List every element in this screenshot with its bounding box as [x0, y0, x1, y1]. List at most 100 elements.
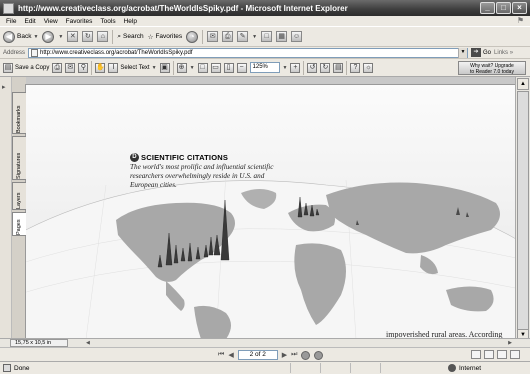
history-button[interactable]: ◔ — [186, 30, 199, 43]
toolbar-separator — [112, 29, 114, 44]
previous-page-button[interactable]: ◀ — [228, 351, 233, 359]
snapshot-icon[interactable]: ▣ — [159, 62, 170, 73]
previous-view-button[interactable] — [301, 350, 311, 360]
standard-toolbar: ◀ Back ▼ ▶ ▼ ✕ ↻ ⌂ ⌕ Search ☆ Favorites … — [0, 27, 530, 47]
first-page-button[interactable]: ⏮ — [218, 351, 224, 359]
page-number-field[interactable]: 2 of 2 — [237, 350, 278, 360]
toolbar-separator — [303, 60, 305, 75]
menu-tools[interactable]: Tools — [100, 18, 115, 25]
search-label: Search — [123, 33, 144, 40]
print-button[interactable]: ⎙ — [222, 31, 234, 42]
search-button[interactable]: ⌕ Search — [117, 33, 143, 41]
status-text: Done — [14, 364, 30, 372]
address-dropdown-button[interactable]: ▼ — [458, 47, 468, 58]
research-button[interactable]: ▦ — [276, 31, 288, 42]
horizontal-scrollbar[interactable]: 15,75 x 10,5 in ◀ ▶ — [0, 338, 530, 347]
vertical-scrollbar[interactable]: ▲ ▼ — [515, 77, 530, 342]
tab-layers[interactable]: Layers — [12, 182, 26, 210]
navigation-pane-strip: ▸ — [0, 77, 12, 342]
zoom-dropdown-button[interactable]: ▼ — [283, 65, 288, 71]
scroll-left-button[interactable]: ◀ — [86, 340, 90, 346]
facing-button[interactable] — [497, 350, 507, 359]
tab-bookmarks-label: Bookmarks — [16, 105, 22, 133]
save-copy-button[interactable]: ▤ Save a Copy — [3, 62, 49, 73]
email-icon[interactable]: ✉ — [65, 62, 76, 73]
continuous-facing-button[interactable] — [510, 350, 520, 359]
toolbar-separator — [172, 60, 174, 75]
links-label: Links — [494, 49, 509, 56]
zoom-level-field[interactable]: 125% — [249, 62, 280, 73]
rotate-ccw-icon[interactable]: ↺ — [307, 62, 318, 73]
page-size-field: 15,75 x 10,5 in — [10, 339, 68, 347]
back-button[interactable]: ◀ Back ▼ — [3, 30, 38, 43]
tab-signatures[interactable]: Signatures — [12, 136, 26, 180]
forward-button[interactable]: ▶ — [42, 30, 55, 43]
toolbar-separator — [202, 29, 204, 44]
title-bar: http://www.creativeclass.org/acrobat/The… — [0, 0, 530, 16]
discuss-button[interactable]: □ — [261, 31, 273, 42]
status-cell — [290, 363, 320, 373]
caption-badge: D — [130, 153, 139, 162]
select-text-label: Select Text — [120, 64, 150, 71]
scroll-up-button[interactable]: ▲ — [517, 78, 529, 90]
status-cell — [380, 363, 410, 373]
close-button[interactable]: × — [512, 2, 527, 14]
menu-bar: File Edit View Favorites Tools Help ⚑ — [0, 16, 530, 27]
print-icon[interactable]: ⎙ — [52, 62, 63, 73]
edit-button[interactable]: ✎ — [237, 31, 249, 42]
mail-button[interactable]: ✉ — [207, 31, 219, 42]
address-label: Address — [3, 49, 26, 56]
single-page-button[interactable] — [471, 350, 481, 359]
fit-page-icon[interactable]: ▭ — [210, 62, 221, 73]
next-view-button[interactable] — [314, 350, 324, 360]
zoom-out-icon[interactable]: − — [236, 62, 247, 73]
continuous-button[interactable] — [484, 350, 494, 359]
scroll-right-button[interactable]: ▶ — [508, 340, 512, 346]
pdf-toolbar: ▤ Save a Copy ⎙ ✉ ⚲ ✋ I Select Text ▼ ▣ … — [0, 59, 530, 77]
globe-icon — [448, 364, 456, 372]
save-icon: ▤ — [3, 62, 13, 73]
scroll-thumb[interactable] — [517, 91, 529, 331]
security-zone: Internet — [448, 364, 481, 372]
menu-edit[interactable]: Edit — [24, 18, 35, 25]
tab-pages[interactable]: Pages — [12, 212, 26, 236]
menu-favorites[interactable]: Favorites — [66, 18, 93, 25]
minimize-button[interactable]: _ — [480, 2, 495, 14]
help-icon[interactable]: ? — [350, 62, 361, 73]
status-cell — [350, 363, 380, 373]
next-page-button[interactable]: ▶ — [282, 351, 287, 359]
menu-view[interactable]: View — [44, 18, 58, 25]
tab-layers-label: Layers — [16, 192, 22, 209]
status-cells — [290, 363, 410, 373]
home-button[interactable]: ⌂ — [97, 31, 109, 42]
how-to-icon[interactable]: ☼ — [363, 62, 374, 73]
messenger-button[interactable]: ☺ — [291, 31, 303, 42]
window-controls: _ □ × — [480, 2, 527, 14]
stop-button[interactable]: ✕ — [67, 31, 79, 42]
document-icon[interactable]: ▤ — [333, 62, 344, 73]
pane-arrow-icon[interactable]: ▸ — [2, 83, 6, 91]
address-input[interactable]: http://www.creativeclass.org/acrobat/The… — [28, 47, 469, 58]
tab-bookmarks[interactable]: Bookmarks — [12, 92, 26, 134]
fit-width-icon[interactable]: ▯ — [223, 62, 234, 73]
zoom-icon[interactable]: ⊕ — [176, 62, 187, 73]
maximize-button[interactable]: □ — [496, 2, 511, 14]
favorites-button[interactable]: ☆ Favorites — [148, 33, 183, 41]
find-icon[interactable]: ⚲ — [78, 62, 89, 73]
hand-tool-icon[interactable]: ✋ — [95, 62, 106, 73]
links-button[interactable]: Links » — [494, 50, 513, 56]
actual-size-icon[interactable]: □ — [197, 62, 208, 73]
select-text-button[interactable]: I Select Text ▼ — [108, 62, 157, 73]
last-page-button[interactable]: ⏭ — [291, 351, 297, 359]
menu-help[interactable]: Help — [124, 18, 137, 25]
refresh-button[interactable]: ↻ — [82, 31, 94, 42]
go-button[interactable]: ➔ Go — [471, 48, 491, 57]
address-bar: Address http://www.creativeclass.org/acr… — [0, 47, 530, 59]
pdf-document-view[interactable]: D SCIENTIFIC CITATIONS The world's most … — [26, 84, 515, 338]
zoom-in-icon[interactable]: + — [290, 62, 301, 73]
tab-signatures-label: Signatures — [16, 152, 22, 179]
rotate-cw-icon[interactable]: ↻ — [320, 62, 331, 73]
page-navigation-controls: ⏮ ◀ 2 of 2 ▶ ⏭ — [218, 350, 324, 360]
upgrade-reader-button[interactable]: Why wait? Upgrade to Reader 7.0 today — [458, 60, 526, 75]
menu-file[interactable]: File — [6, 18, 16, 25]
